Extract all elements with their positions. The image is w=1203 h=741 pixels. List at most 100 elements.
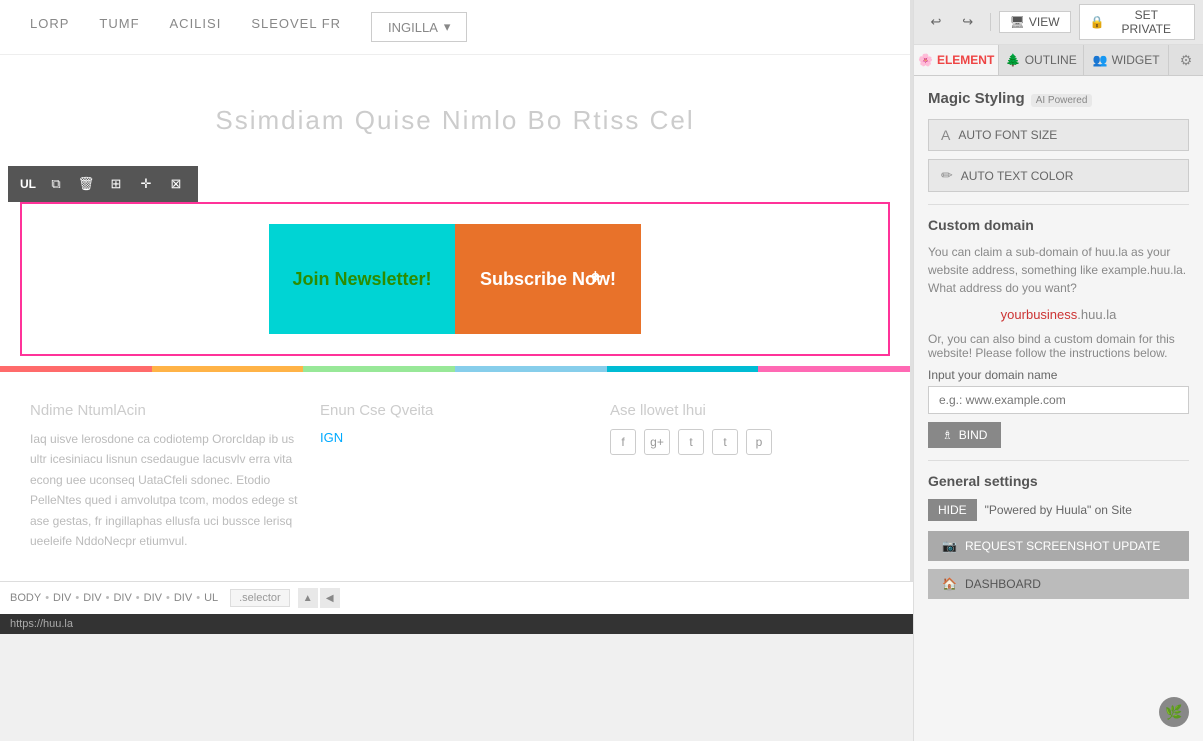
element-tab-icon: 🌸 xyxy=(918,53,933,67)
nav-dropdown-ingilla[interactable]: INGILLA ▾ xyxy=(371,12,467,42)
footer-col2-link[interactable]: IGN xyxy=(320,430,343,445)
breadcrumb-bar: BODY • DIV • DIV • DIV • DIV • DIV • UL … xyxy=(0,581,913,614)
domain-input-label: Input your domain name xyxy=(928,368,1189,382)
domain-display: yourbusiness.huu.la xyxy=(928,307,1189,322)
powered-label: "Powered by Huula" on Site xyxy=(985,503,1132,517)
selected-section: Join Newsletter! Subscribe Now! ⌖ xyxy=(20,202,890,356)
join-newsletter-button[interactable]: Join Newsletter! xyxy=(269,224,455,334)
tumblr-icon[interactable]: t xyxy=(712,429,738,455)
footer-content: Ndime NtumlAcin Iaq uisve lerosdone ca c… xyxy=(0,372,910,581)
section-divider-2 xyxy=(928,460,1189,461)
color-pencil-icon: ✏ xyxy=(941,167,953,184)
footer-social-icons: f g+ t t p xyxy=(610,429,880,455)
breadcrumb-close-button[interactable]: ◀ xyxy=(320,588,340,608)
footer-col-3: Ase llowet lhui f g+ t t p xyxy=(610,402,880,551)
element-toolbar: UL ⧉ 🗑 ⊞ ✛ ⊠ xyxy=(8,166,198,202)
breadcrumb-body[interactable]: BODY xyxy=(10,592,41,604)
toolbar-divider xyxy=(990,13,991,31)
general-settings-title: General settings xyxy=(928,473,1189,489)
subscribe-button[interactable]: Subscribe Now! ⌖ xyxy=(455,224,641,334)
breadcrumb-ul[interactable]: UL xyxy=(204,592,218,604)
section-divider-1 xyxy=(928,204,1189,205)
ai-powered-badge: AI Powered xyxy=(1031,94,1093,107)
camera-icon: 📷 xyxy=(942,539,957,553)
color-segment-5 xyxy=(607,366,759,372)
domain-description: You can claim a sub-domain of huu.la as … xyxy=(928,243,1189,297)
color-segment-2 xyxy=(152,366,304,372)
color-bar xyxy=(0,366,910,372)
undo-button[interactable]: ↩ xyxy=(922,9,950,35)
footer-col2-title: Enun Cse Qveita xyxy=(320,402,590,419)
color-segment-6 xyxy=(758,366,910,372)
breadcrumb-div-1[interactable]: DIV xyxy=(53,592,71,604)
twitter-icon[interactable]: t xyxy=(678,429,704,455)
status-bar: https://huu.la xyxy=(0,614,913,634)
footer-col-2: Enun Cse Qveita IGN xyxy=(320,402,590,551)
panel-bottom: 🌿 xyxy=(914,691,1203,741)
site-navigation: LORP TUMF ACILISI SLEOVEL FR INGILLA ▾ xyxy=(0,0,910,55)
nav-item-lorp[interactable]: LORP xyxy=(30,16,69,39)
footer-col-1: Ndime NtumlAcin Iaq uisve lerosdone ca c… xyxy=(30,402,300,551)
monitor-icon: 🖥 xyxy=(1010,15,1025,29)
view-button[interactable]: 🖥 VIEW xyxy=(999,11,1071,33)
copy-button[interactable]: ⧉ xyxy=(42,170,70,198)
facebook-icon[interactable]: f xyxy=(610,429,636,455)
auto-font-size-button[interactable]: A AUTO FONT SIZE xyxy=(928,119,1189,151)
panel-content: Magic Styling AI Powered A AUTO FONT SIZ… xyxy=(914,76,1203,691)
domain-suffix: .huu.la xyxy=(1077,307,1116,322)
widget-tab-icon: 👥 xyxy=(1093,53,1108,67)
magic-styling-header: Magic Styling AI Powered xyxy=(928,90,1189,107)
color-segment-4 xyxy=(455,366,607,372)
cursor-indicator: ⌖ xyxy=(590,266,601,289)
screenshot-update-button[interactable]: 📷 REQUEST SCREENSHOT UPDATE xyxy=(928,531,1189,561)
font-icon: A xyxy=(941,127,950,143)
custom-domain-title: Custom domain xyxy=(928,217,1189,233)
googleplus-icon[interactable]: g+ xyxy=(644,429,670,455)
footer-col3-title: Ase llowet lhui xyxy=(610,402,880,419)
or-text: Or, you can also bind a custom domain fo… xyxy=(928,332,1189,360)
tab-widget[interactable]: 👥 WIDGET xyxy=(1084,45,1169,75)
nav-item-acilisi[interactable]: ACILISI xyxy=(170,16,222,39)
breadcrumb-div-4[interactable]: DIV xyxy=(144,592,162,604)
hide-tag[interactable]: HIDE xyxy=(928,499,977,521)
hide-powered-row: HIDE "Powered by Huula" on Site xyxy=(928,499,1189,521)
color-segment-1 xyxy=(0,366,152,372)
redo-button[interactable]: ↪ xyxy=(954,9,982,35)
domain-input[interactable] xyxy=(928,386,1189,414)
site-url: https://huu.la xyxy=(10,618,73,630)
panel-settings-button[interactable]: ⚙ xyxy=(1169,45,1203,75)
footer-col1-title: Ndime NtumlAcin xyxy=(30,402,300,419)
leaf-button[interactable]: 🌿 xyxy=(1159,697,1189,727)
magic-styling-title: Magic Styling xyxy=(928,90,1025,107)
breadcrumb-div-2[interactable]: DIV xyxy=(83,592,101,604)
breadcrumb-action-buttons: ▲ ◀ xyxy=(298,588,340,608)
nav-item-sleovel[interactable]: SLEOVEL FR xyxy=(251,16,341,39)
lock-icon: 🔒 xyxy=(1090,15,1105,29)
bind-button[interactable]: ♗ BIND xyxy=(928,422,1001,448)
pinterest-icon[interactable]: p xyxy=(746,429,772,455)
grid-button[interactable]: ⊞ xyxy=(102,170,130,198)
selector-box[interactable]: .selector xyxy=(230,589,290,607)
dashboard-button[interactable]: 🏠 DASHBOARD xyxy=(928,569,1189,599)
color-segment-3 xyxy=(303,366,455,372)
expand-button[interactable]: ✛ xyxy=(132,170,160,198)
panel-tabs: 🌸 ELEMENT 🌲 OUTLINE 👥 WIDGET ⚙ xyxy=(914,45,1203,76)
nav-item-tumf[interactable]: TUMF xyxy=(99,16,139,39)
hero-section: Ssimdiam Quise Nimlo Bo Rtiss Cel xyxy=(0,55,910,166)
auto-text-color-button[interactable]: ✏ AUTO TEXT COLOR xyxy=(928,159,1189,192)
tab-element[interactable]: 🌸 ELEMENT xyxy=(914,45,999,75)
home-icon: 🏠 xyxy=(942,577,957,591)
set-private-button[interactable]: 🔒 SET PRIVATE xyxy=(1079,4,1195,40)
toolbar-ul-label: UL xyxy=(16,177,40,191)
hero-title: Ssimdiam Quise Nimlo Bo Rtiss Cel xyxy=(20,105,890,136)
domain-prefix: yourbusiness xyxy=(1001,307,1078,322)
tab-outline[interactable]: 🌲 OUTLINE xyxy=(999,45,1084,75)
breadcrumb-up-button[interactable]: ▲ xyxy=(298,588,318,608)
tree-button[interactable]: ⊠ xyxy=(162,170,190,198)
outline-tab-icon: 🌲 xyxy=(1006,53,1021,67)
delete-button[interactable]: 🗑 xyxy=(72,170,100,198)
right-panel: ↩ ↪ 🖥 VIEW 🔒 SET PRIVATE 🌸 ELEMENT 🌲 OUT… xyxy=(913,0,1203,741)
breadcrumb-div-3[interactable]: DIV xyxy=(113,592,131,604)
canvas-area: LORP TUMF ACILISI SLEOVEL FR INGILLA ▾ S… xyxy=(0,0,913,581)
breadcrumb-div-5[interactable]: DIV xyxy=(174,592,192,604)
